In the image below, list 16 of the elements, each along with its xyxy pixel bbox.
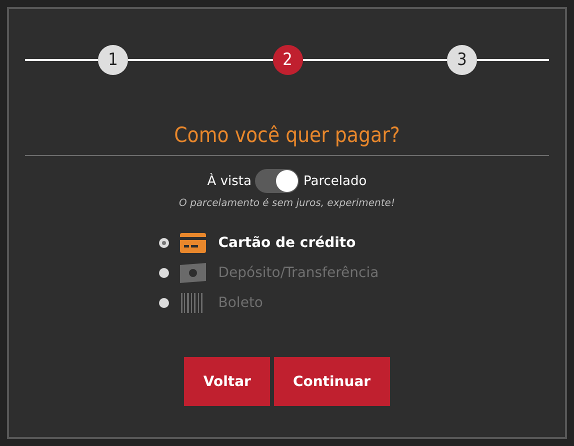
step-marker: 3 <box>447 45 477 75</box>
back-button[interactable]: Voltar <box>184 357 270 406</box>
step-marker: 2 <box>272 45 302 75</box>
credit-card-icon <box>179 232 208 254</box>
banknote-icon <box>179 262 208 284</box>
step-marker: 1 <box>98 45 128 75</box>
section-title: Como você quer pagar? <box>174 123 400 147</box>
radio-button[interactable] <box>159 268 170 278</box>
radio-button[interactable] <box>159 298 170 308</box>
hint-text: O parcelamento é sem juros, experimente! <box>179 198 395 209</box>
toggle-switch[interactable] <box>255 169 300 193</box>
radio-button[interactable] <box>159 238 170 248</box>
continue-button[interactable]: Continuar <box>274 357 390 406</box>
toggle-label: Parcelado <box>303 174 367 188</box>
toggle-label: À vista <box>207 174 252 188</box>
payment-option-label[interactable]: Cartão de crédito <box>218 235 356 251</box>
